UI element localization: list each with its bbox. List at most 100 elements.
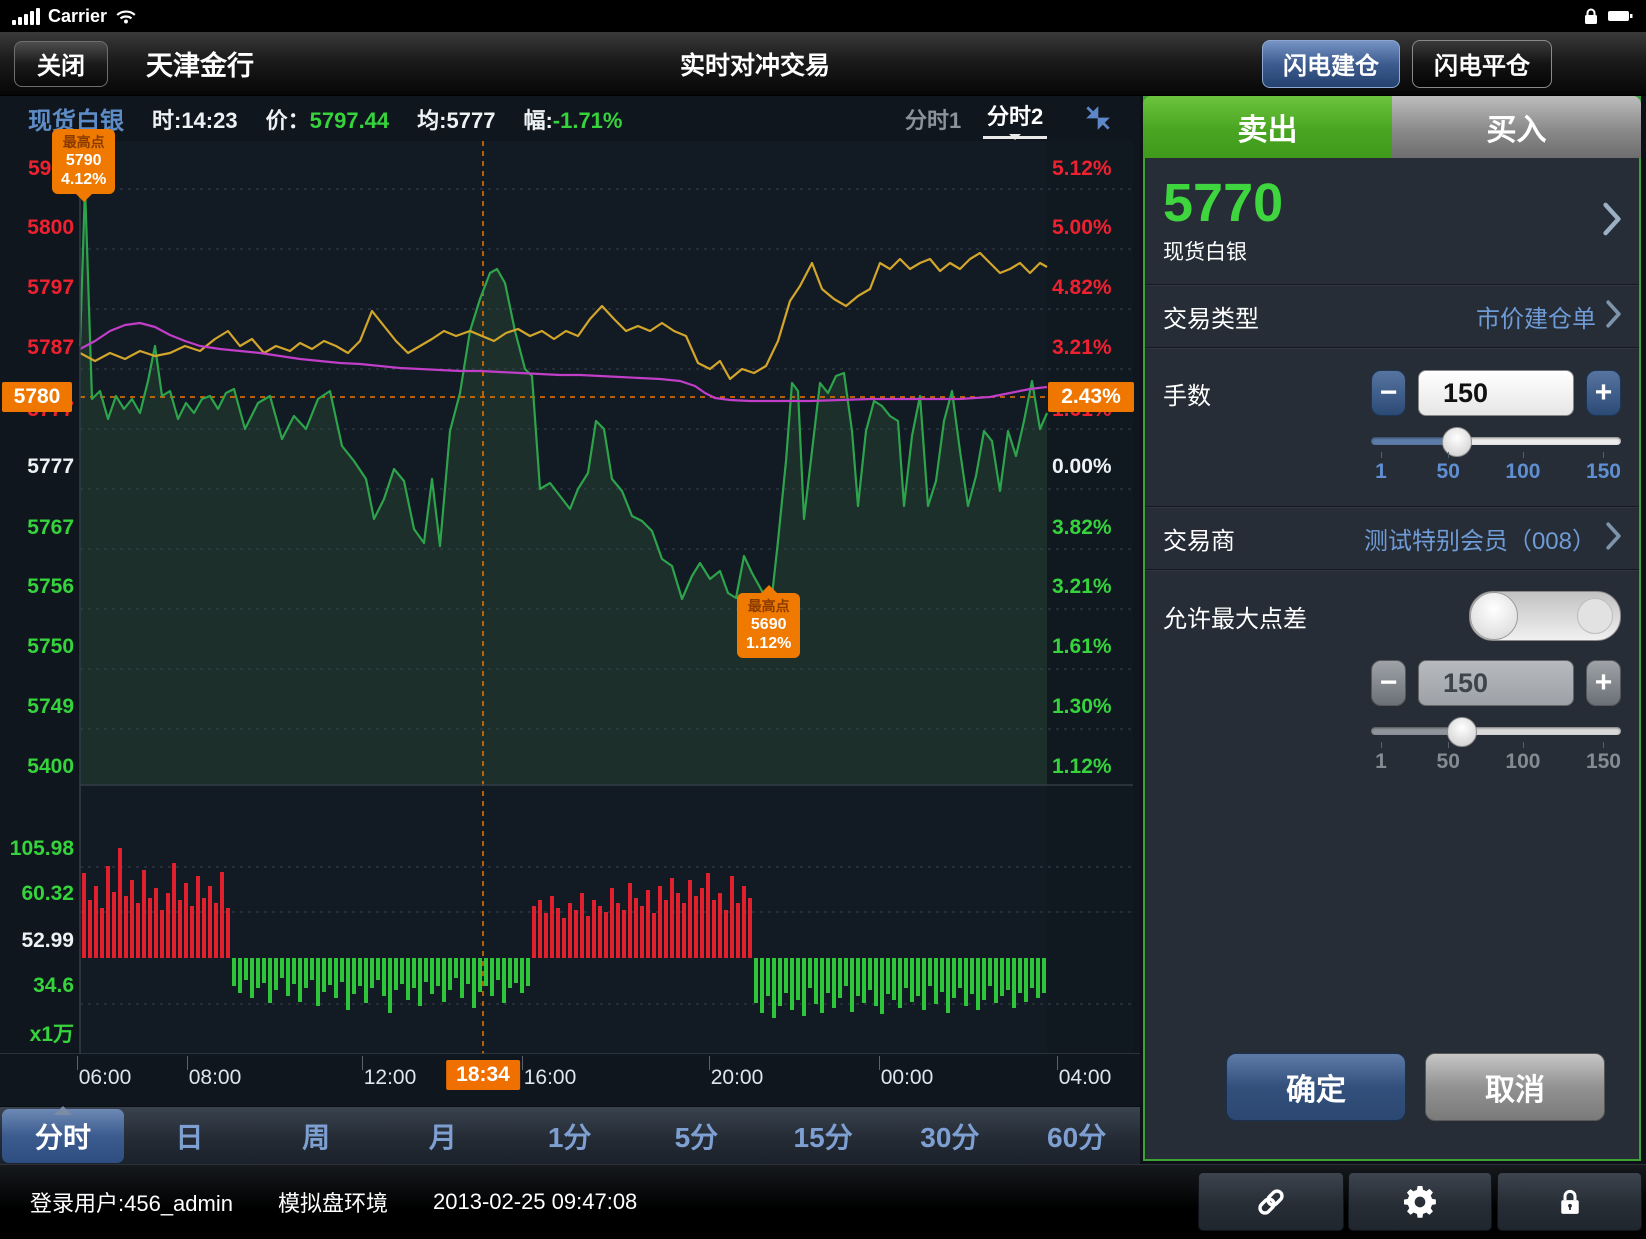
flash-open-position-button[interactable]: 闪电建仓 xyxy=(1262,40,1400,88)
chart-canvas[interactable] xyxy=(0,141,1140,1054)
settings-button[interactable] xyxy=(1348,1172,1492,1231)
percent-axis-label: 3.21% xyxy=(1052,336,1112,360)
period-tab-周[interactable]: 周 xyxy=(253,1107,380,1165)
max-spread-label: 允许最大点差 xyxy=(1163,599,1307,634)
quote-range: 幅:-1.71% xyxy=(523,103,622,135)
title-bar: 关闭 天津金行 实时对冲交易 闪电建仓 闪电平仓 xyxy=(0,32,1646,96)
tab-intraday-1[interactable]: 分时1 xyxy=(905,103,961,135)
price-axis-label: 5800 xyxy=(0,216,74,240)
slider-track[interactable] xyxy=(1371,437,1621,445)
spread-input[interactable] xyxy=(1418,660,1574,706)
app-brand: 天津金行 xyxy=(146,44,254,83)
spread-plus-button[interactable]: + xyxy=(1586,660,1621,706)
slider-handle[interactable] xyxy=(1442,427,1472,457)
crosshair-time-marker: 18:34 xyxy=(446,1060,520,1090)
max-spread-section: 允许最大点差 − + xyxy=(1145,570,1639,774)
slider-track[interactable] xyxy=(1371,727,1621,735)
percent-axis-label: 5.00% xyxy=(1052,216,1112,240)
period-tab-月[interactable]: 月 xyxy=(380,1107,507,1165)
broker-row[interactable]: 交易商 测试特别会员（008） xyxy=(1145,507,1639,570)
period-tab-60分[interactable]: 60分 xyxy=(1013,1107,1140,1165)
lots-label: 手数 xyxy=(1163,376,1211,411)
bottom-status-bar: 登录用户:456_admin 模拟盘环境 2013-02-25 09:47:08 xyxy=(0,1164,1646,1239)
close-button[interactable]: 关闭 xyxy=(14,41,108,87)
price-axis-label: 5756 xyxy=(0,575,74,599)
spread-minus-button[interactable]: − xyxy=(1371,660,1406,706)
price-axis-label: 5787 xyxy=(0,336,74,360)
time-tick-label: 04:00 xyxy=(1059,1066,1112,1090)
broker-label: 交易商 xyxy=(1163,521,1235,556)
gear-icon xyxy=(1404,1186,1436,1218)
quote-row[interactable]: 5770 现货白银 xyxy=(1145,158,1639,285)
price-axis-label: 5749 xyxy=(0,695,74,719)
volume-axis-label: x1万 xyxy=(0,1018,74,1048)
battery-icon xyxy=(1606,8,1634,24)
lock-icon xyxy=(1555,1186,1585,1218)
percent-axis-label: 0.00% xyxy=(1052,455,1112,479)
high-point-callout: 最高点56901.12% xyxy=(737,593,800,658)
time-tick-label: 20:00 xyxy=(711,1066,764,1090)
tab-intraday-2[interactable]: 分时2 xyxy=(983,99,1047,139)
price-volume-chart[interactable]: 5958005797578757775777576757565750574954… xyxy=(0,141,1140,1054)
quote-price: 价：5797.44 xyxy=(266,103,390,135)
toggle-dot xyxy=(1577,598,1613,634)
price-axis-label: 5750 xyxy=(0,635,74,659)
chart-section: 现货白银 时:14:23 价：5797.44 均:5777 幅:-1.71% 分… xyxy=(0,96,1140,1164)
percent-axis-label: 3.82% xyxy=(1052,516,1112,540)
wifi-icon xyxy=(115,8,137,24)
period-tab-分时[interactable]: 分时 xyxy=(2,1109,124,1163)
lock-button[interactable] xyxy=(1497,1172,1642,1231)
quote-average: 均:5777 xyxy=(417,103,495,135)
spread-slider[interactable] xyxy=(1371,716,1621,746)
percent-axis-label: 1.12% xyxy=(1052,755,1112,779)
lots-minus-button[interactable]: − xyxy=(1371,370,1406,416)
buy-tab[interactable]: 买入 xyxy=(1392,96,1641,158)
collapse-chart-icon[interactable] xyxy=(1082,102,1114,140)
lots-row: 手数 − + 150100150 xyxy=(1145,348,1639,507)
time-axis: 06:0008:0012:0016:0020:0000:0004:0018:34 xyxy=(0,1054,1140,1106)
volume-axis-label: 60.32 xyxy=(0,882,74,906)
environment-label: 模拟盘环境 xyxy=(278,1186,388,1218)
order-ticket: 卖出 买入 5770 现货白银 交易类型 市价建仓单 xyxy=(1143,96,1641,1161)
lots-input[interactable] xyxy=(1418,370,1574,416)
current-percent-marker: 2.43% xyxy=(1048,382,1134,412)
period-tab-1分[interactable]: 1分 xyxy=(506,1107,633,1165)
price-axis-label: 5400 xyxy=(0,755,74,779)
spread-slider-scale: 150100150 xyxy=(1371,750,1621,774)
chevron-right-icon xyxy=(1603,202,1621,241)
period-tab-15分[interactable]: 15分 xyxy=(760,1107,887,1165)
confirm-button[interactable]: 确定 xyxy=(1226,1053,1406,1121)
time-tick-label: 16:00 xyxy=(524,1066,577,1090)
flash-close-position-button[interactable]: 闪电平仓 xyxy=(1412,40,1552,88)
lots-slider-scale: 150100150 xyxy=(1371,460,1621,484)
price-axis-label: 5777 xyxy=(0,455,74,479)
percent-axis-label: 1.30% xyxy=(1052,695,1112,719)
rotation-lock-icon xyxy=(1584,8,1598,25)
volume-axis-label: 105.98 xyxy=(0,837,74,861)
slider-handle[interactable] xyxy=(1447,717,1477,747)
carrier-label: Carrier xyxy=(48,6,107,27)
period-tab-30分[interactable]: 30分 xyxy=(887,1107,1014,1165)
period-tab-日[interactable]: 日 xyxy=(126,1107,253,1165)
period-tab-5分[interactable]: 5分 xyxy=(633,1107,760,1165)
price-axis-label: 5767 xyxy=(0,516,74,540)
trade-panel: 卖出 买入 5770 现货白银 交易类型 市价建仓单 xyxy=(1140,96,1646,1164)
high-point-callout: 最高点57904.12% xyxy=(52,129,115,194)
toggle-knob[interactable] xyxy=(1470,592,1518,640)
cancel-button[interactable]: 取消 xyxy=(1425,1053,1605,1121)
sell-tab[interactable]: 卖出 xyxy=(1143,96,1392,158)
lots-plus-button[interactable]: + xyxy=(1586,370,1621,416)
percent-axis-label: 1.61% xyxy=(1052,635,1112,659)
quote-time: 时:14:23 xyxy=(152,103,238,135)
trade-type-row[interactable]: 交易类型 市价建仓单 xyxy=(1145,285,1639,348)
order-symbol: 现货白银 xyxy=(1163,236,1283,266)
lots-slider[interactable] xyxy=(1371,426,1621,456)
broker-value: 测试特别会员（008） xyxy=(1364,521,1596,556)
page-title: 实时对冲交易 xyxy=(680,46,830,82)
trade-type-value: 市价建仓单 xyxy=(1476,299,1596,334)
datetime-label: 2013-02-25 09:47:08 xyxy=(433,1189,637,1215)
max-spread-toggle[interactable] xyxy=(1469,591,1621,641)
link-button[interactable] xyxy=(1198,1172,1344,1231)
trade-type-label: 交易类型 xyxy=(1163,299,1259,334)
signal-strength-icon xyxy=(12,8,40,25)
